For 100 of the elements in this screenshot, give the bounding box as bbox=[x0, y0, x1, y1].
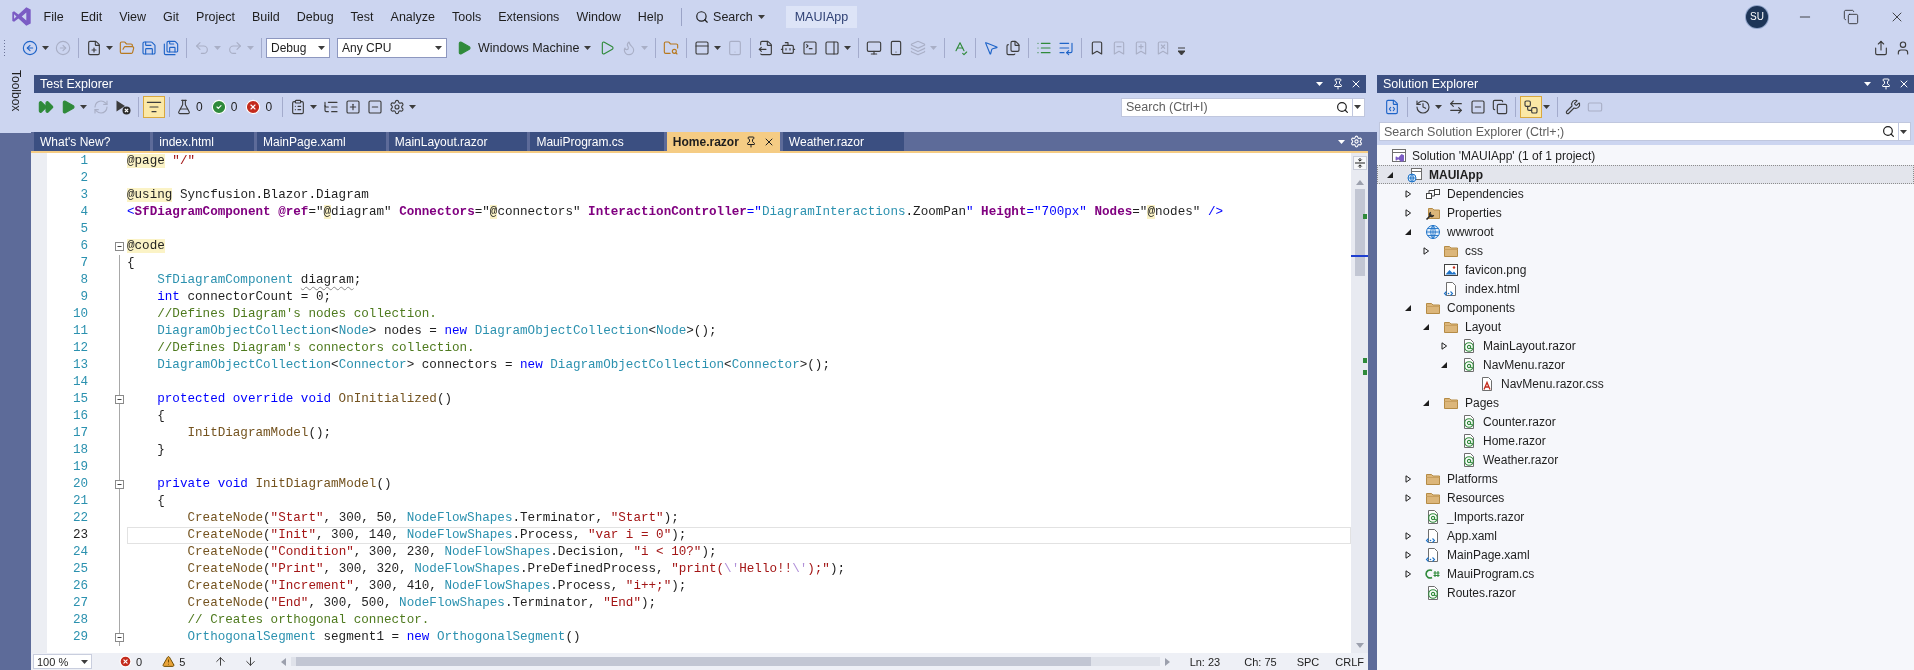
document-tab[interactable]: index.html bbox=[153, 132, 254, 151]
tree-item[interactable]: Platforms bbox=[1377, 469, 1914, 488]
menu-item[interactable]: Tools bbox=[443, 6, 490, 27]
tree-item[interactable]: MAUIApp bbox=[1377, 165, 1914, 184]
menu-item[interactable]: File bbox=[35, 6, 73, 27]
menu-item[interactable]: Edit bbox=[72, 6, 111, 27]
menu-item[interactable]: Extensions bbox=[489, 6, 568, 27]
test-count-button[interactable]: 0 bbox=[243, 97, 273, 117]
dropdown-caret-icon[interactable] bbox=[584, 45, 592, 50]
tree-item[interactable]: Weather.razor bbox=[1377, 450, 1914, 469]
dropdown-caret-icon[interactable] bbox=[435, 45, 442, 50]
expand-triangle-icon[interactable] bbox=[1404, 474, 1412, 483]
vertical-scrollbar[interactable] bbox=[1351, 153, 1368, 653]
menu-item[interactable]: Project bbox=[187, 6, 244, 27]
menu-item[interactable]: Analyze bbox=[382, 6, 444, 27]
dropdown-caret-icon[interactable] bbox=[81, 659, 88, 664]
dropdown-caret-icon[interactable] bbox=[1354, 105, 1361, 109]
collapse-triangle-icon[interactable] bbox=[1422, 322, 1430, 331]
column-indicator[interactable]: Ch: 75 bbox=[1244, 655, 1277, 668]
expand-triangle-icon[interactable] bbox=[1440, 341, 1448, 350]
dropdown-caret-icon[interactable] bbox=[1316, 82, 1323, 86]
dropdown-caret-icon[interactable] bbox=[714, 45, 722, 50]
toolbox-tab[interactable]: Toolbox bbox=[7, 68, 24, 114]
close-icon[interactable] bbox=[1898, 78, 1910, 90]
pin-icon[interactable] bbox=[744, 135, 757, 148]
collapse-triangle-icon[interactable] bbox=[1386, 170, 1394, 179]
collapse-toggle-icon[interactable] bbox=[115, 633, 124, 642]
tree-item[interactable]: MainPage.xaml bbox=[1377, 545, 1914, 564]
search-button[interactable]: Search bbox=[691, 7, 772, 26]
expand-triangle-icon[interactable] bbox=[1404, 531, 1412, 540]
dropdown-caret-icon[interactable] bbox=[1900, 129, 1907, 134]
tree-item[interactable]: Routes.razor bbox=[1377, 583, 1914, 602]
test-count-button[interactable]: 0 bbox=[174, 97, 203, 117]
filter-icon[interactable] bbox=[143, 96, 165, 118]
menu-item[interactable]: Test bbox=[342, 6, 383, 27]
document-tab[interactable]: What's New? bbox=[34, 132, 151, 151]
close-icon[interactable] bbox=[1350, 78, 1362, 90]
tree-item[interactable]: Home.razor bbox=[1377, 431, 1914, 450]
scrollbar-thumb[interactable] bbox=[1354, 189, 1365, 276]
line-ending-indicator[interactable]: CRLF bbox=[1335, 655, 1364, 668]
dropdown-caret-icon[interactable] bbox=[42, 45, 49, 50]
tree-item[interactable]: favicon.png bbox=[1377, 260, 1914, 279]
whitespace-indicator[interactable]: SPC bbox=[1296, 655, 1320, 668]
dropdown-caret-icon[interactable] bbox=[318, 45, 325, 50]
collapse-toggle-icon[interactable] bbox=[115, 395, 124, 404]
menu-item[interactable]: Help bbox=[629, 6, 673, 27]
expand-triangle-icon[interactable] bbox=[1404, 493, 1412, 502]
menu-item[interactable]: View bbox=[110, 6, 155, 27]
workflow-icon[interactable] bbox=[1520, 96, 1542, 118]
tree-item[interactable]: Dependencies bbox=[1377, 184, 1914, 203]
document-tab[interactable]: MauiProgram.cs bbox=[530, 132, 664, 151]
search-icon[interactable] bbox=[1881, 124, 1896, 139]
toolbar-dropdown[interactable]: Any CPU bbox=[337, 37, 447, 58]
document-tab[interactable]: Weather.razor bbox=[782, 132, 904, 151]
dropdown-caret-icon[interactable] bbox=[1864, 82, 1871, 86]
collapse-toggle-icon[interactable] bbox=[115, 480, 124, 489]
dropdown-caret-icon[interactable] bbox=[1435, 105, 1442, 109]
collapse-toggle-icon[interactable] bbox=[115, 242, 124, 251]
dropdown-caret-icon[interactable] bbox=[310, 105, 318, 109]
error-count[interactable]: 0 bbox=[136, 655, 143, 668]
pin-icon[interactable] bbox=[1880, 78, 1892, 90]
dropdown-caret-icon[interactable] bbox=[844, 45, 852, 50]
search-icon[interactable] bbox=[1335, 99, 1350, 115]
tree-item[interactable]: App.xaml bbox=[1377, 526, 1914, 545]
zoom-dropdown[interactable]: 100 % bbox=[33, 654, 92, 669]
tree-item[interactable]: Layout bbox=[1377, 317, 1914, 336]
grip-handle-icon[interactable] bbox=[3, 38, 6, 57]
toolbar-overflow-icon[interactable] bbox=[1178, 46, 1186, 55]
tree-item[interactable]: wwwroot bbox=[1377, 222, 1914, 241]
search-field[interactable]: Search (Ctrl+I) bbox=[1121, 97, 1365, 117]
document-tab[interactable]: MainLayout.razor bbox=[388, 132, 528, 151]
arrow-down-icon[interactable] bbox=[244, 655, 258, 668]
settings-icon[interactable] bbox=[1348, 133, 1365, 150]
tree-item[interactable]: Components bbox=[1377, 298, 1914, 317]
tree-item[interactable]: Solution 'MAUIApp' (1 of 1 project) bbox=[1377, 146, 1914, 165]
dropdown-caret-icon[interactable] bbox=[757, 14, 765, 19]
restore-icon[interactable] bbox=[1843, 8, 1859, 25]
expand-triangle-icon[interactable] bbox=[1404, 569, 1412, 578]
tree-item[interactable]: _Imports.razor bbox=[1377, 507, 1914, 526]
split-view-icon[interactable] bbox=[1352, 156, 1367, 170]
tree-item[interactable]: NavMenu.razor bbox=[1377, 355, 1914, 374]
collapse-triangle-icon[interactable] bbox=[1440, 360, 1448, 369]
dropdown-caret-icon[interactable] bbox=[409, 105, 417, 109]
menu-item[interactable]: Build bbox=[243, 6, 289, 27]
document-tab[interactable]: MainPage.xaml bbox=[257, 132, 386, 151]
tree-item[interactable]: Counter.razor bbox=[1377, 412, 1914, 431]
toolbar-dropdown[interactable]: Debug bbox=[266, 37, 330, 58]
tree-item[interactable]: index.html bbox=[1377, 279, 1914, 298]
warning-count[interactable]: 5 bbox=[179, 655, 186, 668]
expand-triangle-icon[interactable] bbox=[1404, 550, 1412, 559]
account-avatar[interactable]: SU bbox=[1746, 5, 1768, 28]
expand-triangle-icon[interactable] bbox=[1422, 246, 1430, 255]
dropdown-caret-icon[interactable] bbox=[1338, 139, 1345, 144]
test-count-button[interactable]: 0 bbox=[208, 97, 238, 117]
expand-triangle-icon[interactable] bbox=[1404, 189, 1412, 198]
menu-item[interactable]: Git bbox=[154, 6, 188, 27]
dropdown-caret-icon[interactable] bbox=[1543, 105, 1550, 109]
dropdown-caret-icon[interactable] bbox=[80, 105, 87, 109]
menu-item[interactable]: Window bbox=[567, 6, 630, 27]
pin-icon[interactable] bbox=[1332, 78, 1344, 90]
